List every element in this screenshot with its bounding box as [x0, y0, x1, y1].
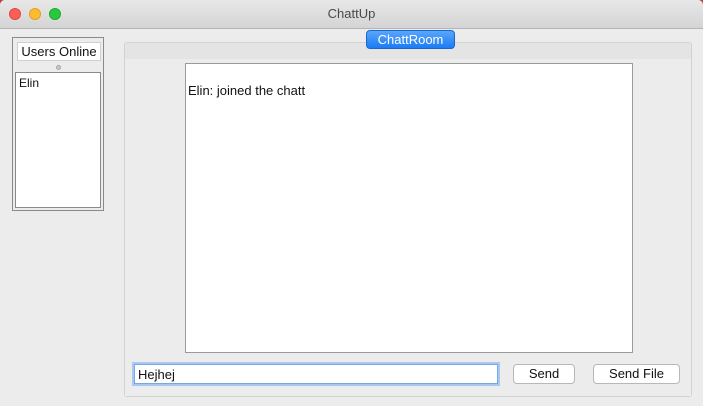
title-bar[interactable]: ChattUp [0, 0, 703, 29]
chat-message-area[interactable]: Elin: joined the chatt [185, 63, 633, 353]
users-online-header: Users Online [17, 42, 101, 61]
split-divider-handle[interactable] [56, 65, 61, 70]
app-window: ChattUp Users Online Elin ChattRoom Elin… [0, 0, 703, 406]
tab-chattroom[interactable]: ChattRoom [366, 30, 455, 49]
chat-message: Elin: joined the chatt [188, 83, 306, 98]
user-list-item[interactable]: Elin [16, 73, 100, 90]
users-list[interactable]: Elin [15, 72, 101, 208]
send-button[interactable]: Send [513, 364, 575, 384]
window-title: ChattUp [327, 6, 376, 21]
message-input[interactable] [134, 364, 498, 384]
users-online-panel: Users Online Elin [12, 37, 104, 211]
send-file-button[interactable]: Send File [593, 364, 680, 384]
